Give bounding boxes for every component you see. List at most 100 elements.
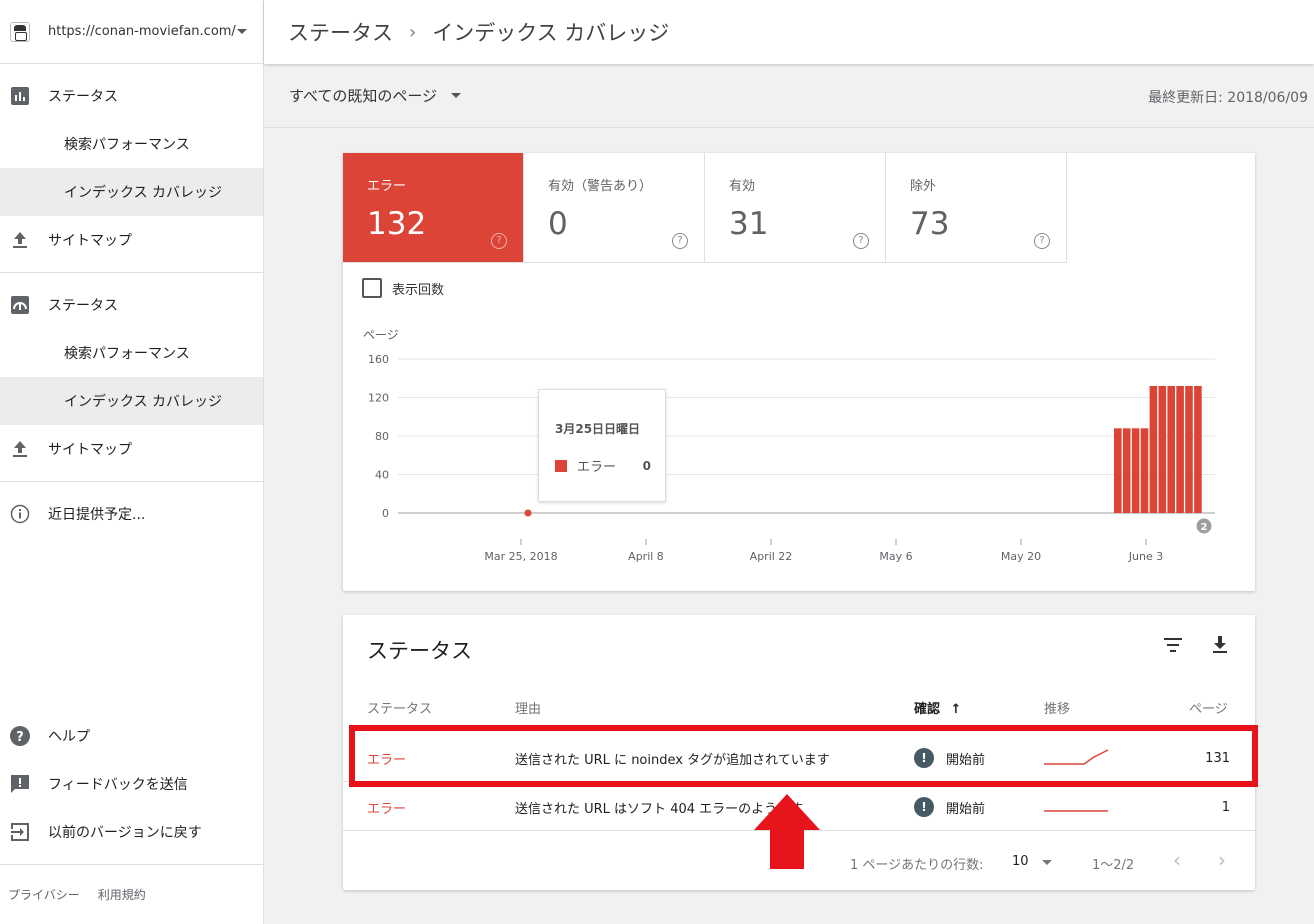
page-range: 1～2/2 <box>1092 858 1135 873</box>
impressions-toggle[interactable]: 表示回数 <box>362 278 444 298</box>
property-selector[interactable]: https://conan-moviefan.com/ <box>0 0 263 64</box>
chevron-down-icon[interactable] <box>237 29 247 34</box>
chart-bar <box>1185 385 1193 513</box>
chart-bar <box>1114 428 1122 513</box>
y-tick-label: 120 <box>368 392 389 405</box>
nav-index-coverage-label: インデックス カバレッジ <box>64 185 223 201</box>
feedback-icon <box>10 774 30 794</box>
nav-group-1: ステータス 検索パフォーマンス インデックス カバレッジ サイトマップ <box>0 64 263 273</box>
speedometer-icon <box>10 295 30 315</box>
nav-old-version-label: 以前のバージョンに戻す <box>48 825 202 841</box>
rows-per-page-select[interactable]: 10 <box>1012 854 1029 869</box>
coverage-chart-card: エラー 132 ? 有効（警告あり） 0 ? 有効 31 ? 除外 73 ? 表… <box>343 153 1255 591</box>
chevron-down-icon[interactable] <box>451 93 462 98</box>
page-filter-dropdown[interactable]: すべての既知のページ <box>289 85 437 106</box>
nav-search-performance-label: 検索パフォーマンス <box>64 137 190 153</box>
tile-excluded[interactable]: 除外 73 ? <box>886 153 1067 263</box>
highlight-box <box>349 725 1258 787</box>
impressions-checkbox[interactable] <box>362 278 382 298</box>
chevron-down-icon[interactable] <box>1042 860 1052 865</box>
red-arrow-icon <box>754 794 820 869</box>
chart-tooltip: 3月25日日曜日 エラー 0 <box>538 389 666 502</box>
impressions-label: 表示回数 <box>392 282 445 298</box>
exclamation-icon: ! <box>914 797 934 817</box>
tile-label: 有効（警告あり） <box>548 179 653 194</box>
nav-status-label: ステータス <box>48 89 118 105</box>
nav-status[interactable]: ステータス <box>0 72 263 120</box>
header-status[interactable]: ステータス <box>367 698 432 717</box>
next-page-icon[interactable]: › <box>1218 848 1226 872</box>
header-pages[interactable]: ページ <box>1189 698 1228 717</box>
chart-bar <box>1176 385 1184 513</box>
row-validation: ! 開始前 <box>914 783 985 831</box>
nav-feedback[interactable]: フィードバックを送信 <box>0 760 264 808</box>
tooltip-value: 0 <box>642 458 651 473</box>
y-axis-label: ページ <box>363 328 399 342</box>
nav-coming-soon[interactable]: 近日提供予定... <box>0 490 263 538</box>
nav-search-performance-2[interactable]: 検索パフォーマンス <box>0 329 263 377</box>
header-validation[interactable]: 確認 ↑ <box>914 698 961 717</box>
nav-sitemaps-2[interactable]: サイトマップ <box>0 425 263 473</box>
x-tick-label: Mar 25, 2018 <box>484 550 557 563</box>
row-validation-label: 開始前 <box>946 801 986 817</box>
nav-help-label: ヘルプ <box>48 729 90 745</box>
tooltip-label: エラー <box>577 460 617 475</box>
privacy-link[interactable]: プライバシー <box>8 886 80 903</box>
site-favicon-icon <box>10 21 30 42</box>
footer-links: プライバシー 利用規約 <box>0 864 264 924</box>
download-icon[interactable] <box>1208 633 1232 657</box>
chart-bar <box>1194 385 1202 513</box>
x-tick-label: May 20 <box>1001 550 1041 563</box>
legend-swatch <box>555 459 567 472</box>
nav-search-performance[interactable]: 検索パフォーマンス <box>0 120 263 168</box>
nav-sitemaps[interactable]: サイトマップ <box>0 216 263 264</box>
rows-per-page-label: 1 ページあたりの行数: <box>850 858 984 873</box>
x-tick-label: April 8 <box>628 550 664 563</box>
tile-valid-warning[interactable]: 有効（警告あり） 0 ? <box>524 153 705 263</box>
upload-icon <box>10 439 30 459</box>
terms-link[interactable]: 利用規約 <box>98 886 146 903</box>
nav-group-2: ステータス 検索パフォーマンス インデックス カバレッジ サイトマップ <box>0 273 263 482</box>
site-url: https://conan-moviefan.com/ <box>48 24 236 39</box>
nav-old-version[interactable]: 以前のバージョンに戻す <box>0 808 264 856</box>
breadcrumb: ステータス › インデックス カバレッジ <box>264 0 1314 64</box>
nav-index-coverage[interactable]: インデックス カバレッジ <box>0 168 263 216</box>
x-tick-label: May 6 <box>879 550 912 563</box>
annotation-badge-label: 2 <box>1201 522 1208 533</box>
help-icon[interactable]: ? <box>1034 233 1050 249</box>
info-icon <box>10 504 30 524</box>
svg-text:?: ? <box>16 730 24 745</box>
help-icon: ? <box>10 726 30 746</box>
nav-status-2[interactable]: ステータス <box>0 281 263 329</box>
help-icon[interactable]: ? <box>853 233 869 249</box>
help-icon[interactable]: ? <box>491 233 507 249</box>
breadcrumb-status[interactable]: ステータス <box>288 17 393 47</box>
summary-tiles: エラー 132 ? 有効（警告あり） 0 ? 有効 31 ? 除外 73 ? <box>343 153 1255 263</box>
tooltip-row: エラー 0 <box>555 456 651 475</box>
header-trend[interactable]: 推移 <box>1044 698 1070 717</box>
header-reason[interactable]: 理由 <box>515 698 541 717</box>
coverage-chart: ページ 0 40 80 120 160 Mar 25, 2018 April 8 April 2… <box>363 328 1215 563</box>
bottom-nav: ? ヘルプ フィードバックを送信 以前のバージョンに戻す <box>0 712 264 856</box>
tile-label: 有効 <box>729 179 756 194</box>
page-title: インデックス カバレッジ <box>432 21 670 45</box>
nav-help[interactable]: ? ヘルプ <box>0 712 264 760</box>
y-tick-label: 160 <box>368 353 389 366</box>
chart-bar <box>1158 385 1167 513</box>
nav-sitemaps-label: サイトマップ <box>48 233 132 249</box>
filter-icon[interactable] <box>1161 633 1185 657</box>
bar-chart-icon <box>10 86 30 106</box>
prev-page-icon[interactable]: ‹ <box>1173 848 1181 872</box>
tile-error[interactable]: エラー 132 ? <box>343 153 524 263</box>
upload-icon <box>10 230 30 250</box>
chart-bar <box>1131 428 1140 513</box>
last-updated: 最終更新日: 2018/06/09 <box>1148 90 1308 106</box>
row-status: エラー <box>367 801 407 817</box>
tile-valid[interactable]: 有効 31 ? <box>705 153 886 263</box>
nav-sitemaps-2-label: サイトマップ <box>48 442 132 458</box>
y-tick-label: 80 <box>375 430 389 443</box>
nav-index-coverage-2[interactable]: インデックス カバレッジ <box>0 377 263 425</box>
nav-status-2-label: ステータス <box>48 298 118 314</box>
y-tick-label: 0 <box>382 507 389 520</box>
help-icon[interactable]: ? <box>672 233 688 249</box>
